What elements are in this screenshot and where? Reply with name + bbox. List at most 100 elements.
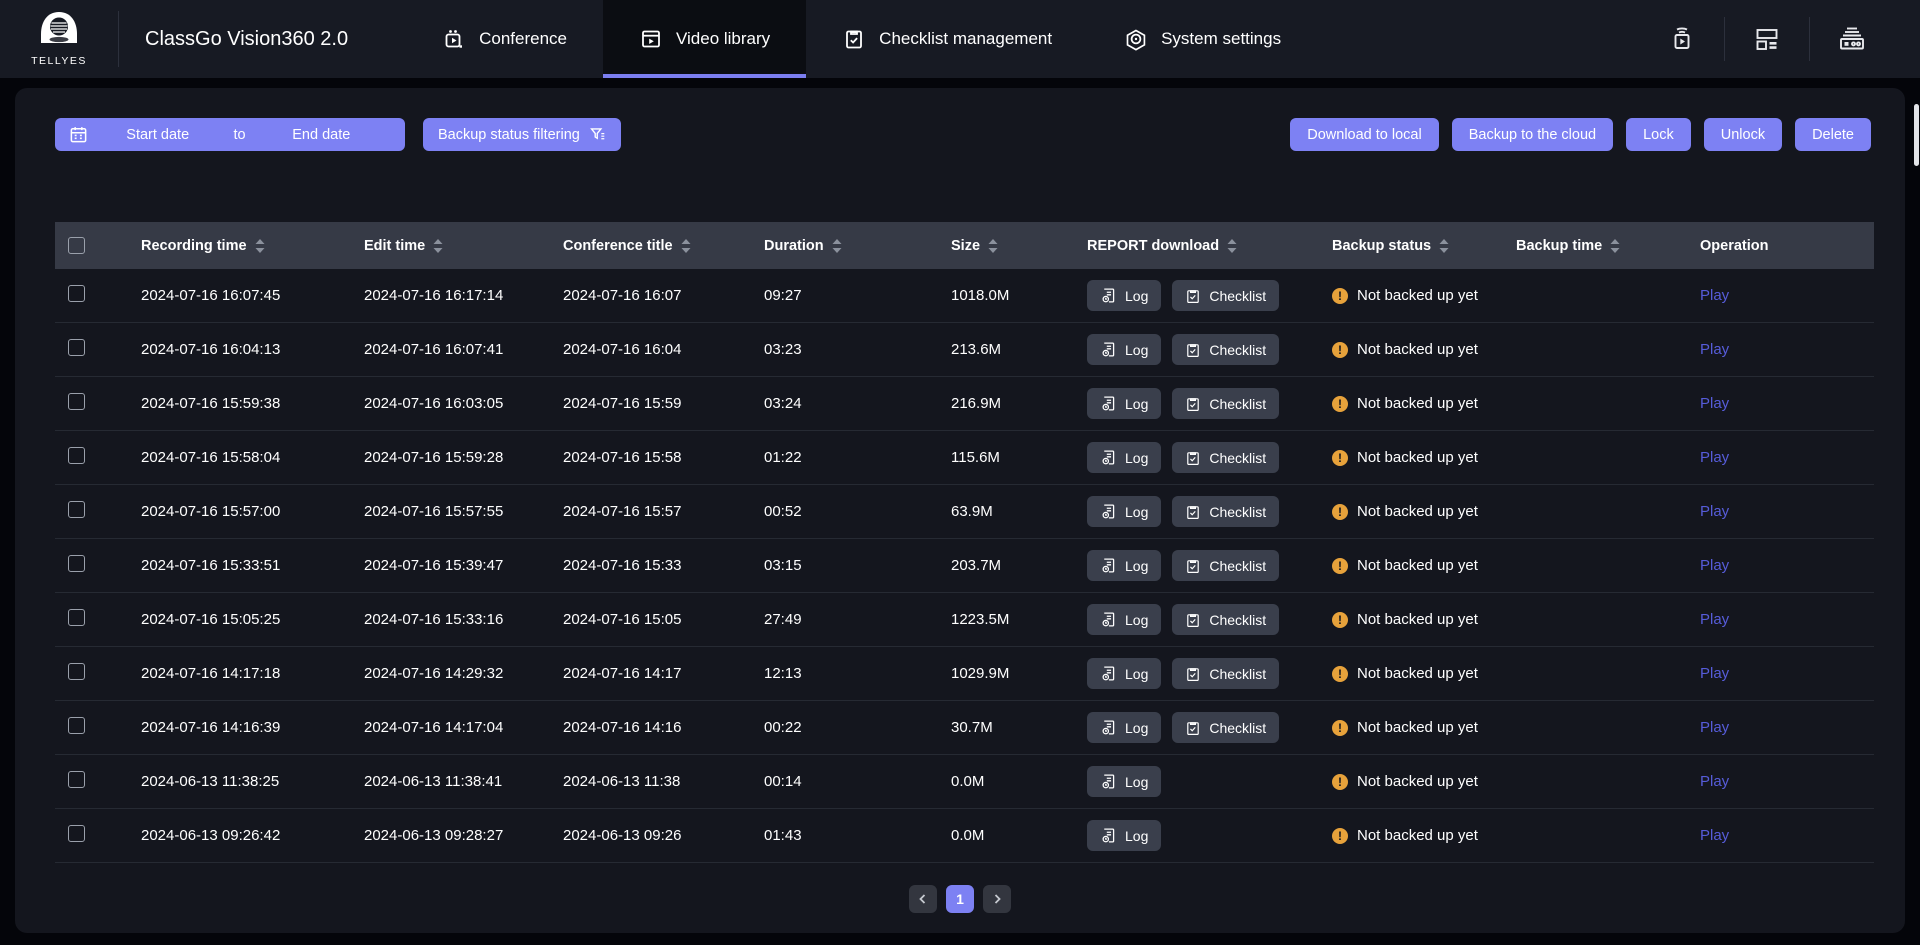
cell-operation: Play: [1700, 341, 1874, 358]
row-checkbox[interactable]: [68, 717, 85, 734]
sort-icon[interactable]: [832, 239, 842, 253]
cell-recording-time: 2024-07-16 15:05:25: [141, 611, 364, 628]
log-button[interactable]: Log: [1087, 442, 1161, 473]
log-button[interactable]: Log: [1087, 766, 1161, 797]
log-button[interactable]: Log: [1087, 496, 1161, 527]
log-button[interactable]: Log: [1087, 388, 1161, 419]
play-link[interactable]: Play: [1700, 611, 1729, 628]
sort-icon[interactable]: [255, 239, 265, 253]
row-checkbox[interactable]: [68, 663, 85, 680]
play-link[interactable]: Play: [1700, 341, 1729, 358]
cell-edit-time: 2024-07-16 15:57:55: [364, 503, 563, 520]
sort-icon[interactable]: [681, 239, 691, 253]
cell-size: 1223.5M: [951, 611, 1087, 628]
column-header-backup-time[interactable]: Backup time: [1516, 238, 1700, 254]
play-link[interactable]: Play: [1700, 287, 1729, 304]
recordings-table: Recording time Edit time Conference titl…: [55, 222, 1874, 863]
checklist-button[interactable]: Checklist: [1172, 280, 1279, 311]
sort-icon[interactable]: [1227, 239, 1237, 253]
row-checkbox[interactable]: [68, 555, 85, 572]
checklist-button[interactable]: Checklist: [1172, 712, 1279, 743]
top-navbar: TELLYES ClassGo Vision360 2.0 Conference: [0, 0, 1920, 78]
date-range-picker[interactable]: Start date to End date: [55, 118, 405, 151]
cell-select: [55, 285, 141, 306]
tab-checklist-management[interactable]: Checklist management: [806, 0, 1088, 78]
column-header-edit-time[interactable]: Edit time: [364, 238, 563, 254]
cell-size: 1029.9M: [951, 665, 1087, 682]
row-checkbox[interactable]: [68, 447, 85, 464]
play-link[interactable]: Play: [1700, 503, 1729, 520]
row-checkbox[interactable]: [68, 501, 85, 518]
prev-page-button[interactable]: [909, 885, 937, 913]
end-date-input[interactable]: End date: [252, 127, 391, 143]
log-button[interactable]: Log: [1087, 280, 1161, 311]
tab-conference[interactable]: Conference: [406, 0, 603, 78]
recorder-device-icon[interactable]: [1810, 0, 1894, 78]
play-link[interactable]: Play: [1700, 449, 1729, 466]
checklist-button[interactable]: Checklist: [1172, 604, 1279, 635]
start-date-input[interactable]: Start date: [88, 127, 227, 143]
screencast-icon[interactable]: [1640, 0, 1724, 78]
log-button[interactable]: Log: [1087, 334, 1161, 365]
row-checkbox[interactable]: [68, 825, 85, 842]
backup-to-cloud-button[interactable]: Backup to the cloud: [1452, 118, 1613, 151]
play-link[interactable]: Play: [1700, 773, 1729, 790]
log-document-icon: [1100, 395, 1117, 412]
cell-report-download: Log Checklist: [1087, 442, 1332, 473]
log-button[interactable]: Log: [1087, 604, 1161, 635]
sort-icon[interactable]: [1610, 239, 1620, 253]
unlock-button[interactable]: Unlock: [1704, 118, 1782, 151]
row-checkbox[interactable]: [68, 609, 85, 626]
sort-icon[interactable]: [433, 239, 443, 253]
backup-status-text: Not backed up yet: [1357, 449, 1478, 466]
column-header-size[interactable]: Size: [951, 238, 1087, 254]
screen-layout-icon[interactable]: [1725, 0, 1809, 78]
delete-button[interactable]: Delete: [1795, 118, 1871, 151]
lock-button[interactable]: Lock: [1626, 118, 1691, 151]
tab-video-library[interactable]: Video library: [603, 0, 806, 78]
play-link[interactable]: Play: [1700, 557, 1729, 574]
checklist-button[interactable]: Checklist: [1172, 388, 1279, 419]
cell-duration: 00:22: [764, 719, 951, 736]
checklist-button[interactable]: Checklist: [1172, 496, 1279, 527]
play-link[interactable]: Play: [1700, 719, 1729, 736]
checklist-button[interactable]: Checklist: [1172, 442, 1279, 473]
warning-icon: !: [1332, 504, 1348, 520]
play-link[interactable]: Play: [1700, 395, 1729, 412]
row-checkbox[interactable]: [68, 285, 85, 302]
play-link[interactable]: Play: [1700, 827, 1729, 844]
scrollbar-thumb[interactable]: [1914, 104, 1919, 166]
log-document-icon: [1100, 719, 1117, 736]
log-document-icon: [1100, 611, 1117, 628]
column-header-recording-time[interactable]: Recording time: [141, 238, 364, 254]
checklist-button[interactable]: Checklist: [1172, 550, 1279, 581]
checklist-button[interactable]: Checklist: [1172, 658, 1279, 689]
cell-operation: Play: [1700, 719, 1874, 736]
log-button[interactable]: Log: [1087, 820, 1161, 851]
checklist-clipboard-icon: [1185, 396, 1201, 412]
checklist-button[interactable]: Checklist: [1172, 334, 1279, 365]
download-to-local-button[interactable]: Download to local: [1290, 118, 1438, 151]
select-all-checkbox[interactable]: [68, 237, 85, 254]
column-header-conference-title[interactable]: Conference title: [563, 238, 764, 254]
table-row: 2024-07-16 16:07:45 2024-07-16 16:17:14 …: [55, 269, 1874, 323]
page-number-button[interactable]: 1: [946, 885, 974, 913]
cell-size: 63.9M: [951, 503, 1087, 520]
log-button[interactable]: Log: [1087, 658, 1161, 689]
row-checkbox[interactable]: [68, 339, 85, 356]
column-header-duration[interactable]: Duration: [764, 238, 951, 254]
tab-system-settings[interactable]: System settings: [1088, 0, 1317, 78]
row-checkbox[interactable]: [68, 393, 85, 410]
log-button[interactable]: Log: [1087, 712, 1161, 743]
cell-conference-title: 2024-07-16 16:07: [563, 287, 764, 304]
column-header-backup-status[interactable]: Backup status: [1332, 238, 1516, 254]
cell-size: 0.0M: [951, 773, 1087, 790]
sort-icon[interactable]: [988, 239, 998, 253]
next-page-button[interactable]: [983, 885, 1011, 913]
column-header-report-download[interactable]: REPORT download: [1087, 238, 1332, 254]
sort-icon[interactable]: [1439, 239, 1449, 253]
log-button[interactable]: Log: [1087, 550, 1161, 581]
play-link[interactable]: Play: [1700, 665, 1729, 682]
backup-status-filter-button[interactable]: Backup status filtering: [423, 118, 621, 151]
row-checkbox[interactable]: [68, 771, 85, 788]
